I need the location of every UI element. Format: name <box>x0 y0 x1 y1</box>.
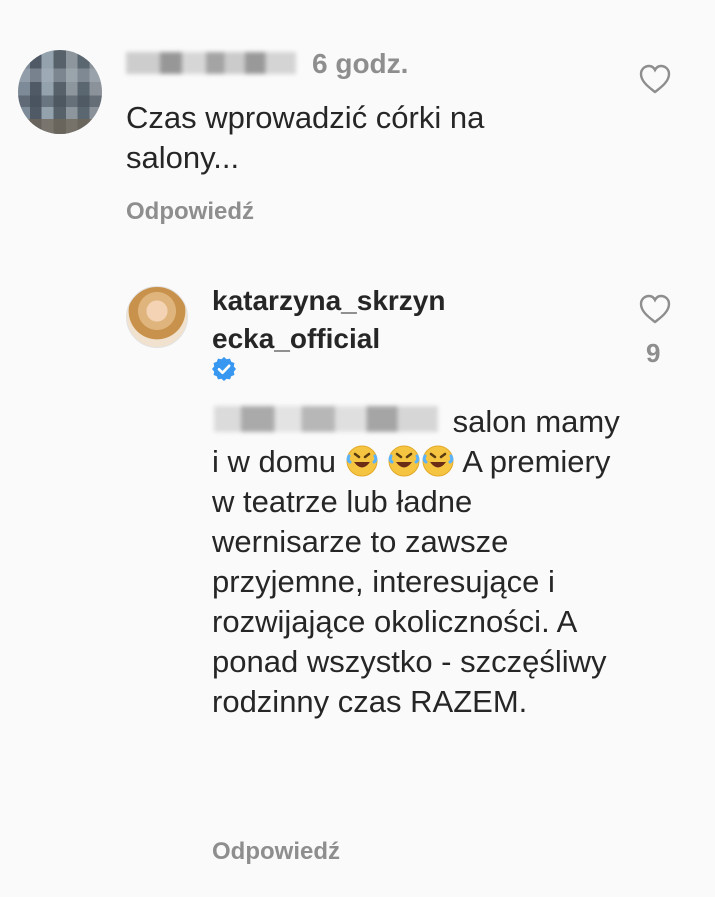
reply-button[interactable]: Odpowiedź <box>212 838 340 866</box>
reply-button[interactable]: Odpowiedź <box>126 198 254 226</box>
reply-author-username[interactable]: katarzyna_skrzynecka_official <box>212 282 452 358</box>
verified-badge-icon <box>212 357 236 381</box>
comment-text: Czas wprowadzić córki na salony... <box>126 100 485 175</box>
comment-thread: 6 godz. Czas wprowadzić córki na salony.… <box>0 0 715 897</box>
rolling-laughing-emoji-icon <box>422 445 454 477</box>
reply-text-part-2: A premiery w teatrze lub ładne wernisarz… <box>212 444 611 719</box>
comment-timestamp: 6 godz. <box>312 48 409 79</box>
rolling-laughing-emoji-icon <box>388 445 420 477</box>
blurred-username[interactable] <box>126 52 296 74</box>
rolling-laughing-emoji-icon <box>346 445 378 477</box>
like-count[interactable]: 9 <box>646 338 660 369</box>
reply-text: salon mamy i w domu A premiery w teatrze… <box>212 402 622 722</box>
reply-author-avatar[interactable] <box>126 286 188 348</box>
commenter-avatar[interactable] <box>18 50 102 134</box>
heart-icon[interactable] <box>638 294 672 324</box>
heart-icon[interactable] <box>638 64 672 94</box>
